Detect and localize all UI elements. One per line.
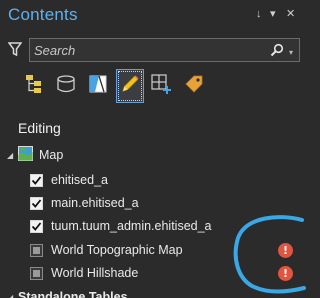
section-heading: Editing	[18, 120, 61, 136]
layer-label: tuum.tuum_admin.ehitised_a	[51, 219, 212, 233]
map-expander-icon[interactable]: ◢	[7, 151, 13, 160]
layer-visibility-checkbox[interactable]	[30, 173, 43, 187]
drawing-order-icon	[23, 73, 45, 100]
layer-visibility-checkbox-indeterminate[interactable]	[30, 243, 43, 257]
list-by-editing-button[interactable]	[116, 69, 144, 103]
list-by-snapping-button[interactable]	[148, 69, 176, 103]
layer-row[interactable]: tuum.tuum_admin.ehitised_a	[30, 215, 212, 237]
tree-item-label: Standalone Tables	[18, 290, 128, 298]
tree-item-label: Map	[39, 148, 64, 162]
list-by-selection-button[interactable]	[84, 69, 112, 103]
list-by-source-button[interactable]	[52, 69, 80, 103]
search-options-chevron-down-icon[interactable]: ▾	[289, 48, 293, 57]
tree-item-map[interactable]: Map	[18, 144, 63, 166]
pencil-icon	[119, 73, 141, 100]
layer-label: main.ehitised_a	[51, 196, 139, 210]
pane-title: Contents	[8, 5, 78, 24]
pin-icon[interactable]: ↓	[256, 8, 262, 20]
list-by-drawing-order-button[interactable]	[20, 69, 48, 103]
search-box: ▾	[29, 38, 300, 62]
layer-label: ehitised_a	[51, 173, 108, 187]
list-by-labeling-button[interactable]	[180, 69, 208, 103]
annotation-bracket	[233, 215, 306, 294]
layer-visibility-checkbox-indeterminate[interactable]	[30, 266, 43, 280]
layer-visibility-checkbox[interactable]	[30, 196, 43, 210]
layer-label: World Topographic Map	[51, 243, 183, 257]
pane-titlebar: Contents ↓ ▾ ✕	[0, 0, 306, 30]
pane-options-dropdown-icon[interactable]: ▾	[270, 8, 276, 20]
search-input[interactable]	[34, 41, 264, 59]
layer-row[interactable]: ehitised_a	[30, 169, 108, 191]
layer-row[interactable]: main.ehitised_a	[30, 192, 139, 214]
standalone-tables-expander-icon[interactable]: ◢	[7, 293, 13, 298]
close-icon[interactable]: ✕	[286, 8, 295, 20]
layer-label: World Hillshade	[51, 266, 139, 280]
map-icon	[18, 146, 33, 164]
tree-item-standalone-tables[interactable]: Standalone Tables	[18, 286, 128, 298]
snapping-icon	[150, 73, 174, 100]
layer-visibility-checkbox[interactable]	[30, 219, 43, 233]
label-tag-icon	[183, 73, 205, 100]
layer-row[interactable]: World Topographic Map	[30, 239, 183, 261]
search-icon[interactable]	[270, 43, 284, 62]
database-icon	[55, 73, 77, 100]
layer-row[interactable]: World Hillshade	[30, 262, 138, 284]
contents-pane: Contents ↓ ▾ ✕ ▾	[0, 0, 306, 298]
filter-icon[interactable]	[7, 41, 23, 62]
selection-icon	[87, 73, 109, 100]
